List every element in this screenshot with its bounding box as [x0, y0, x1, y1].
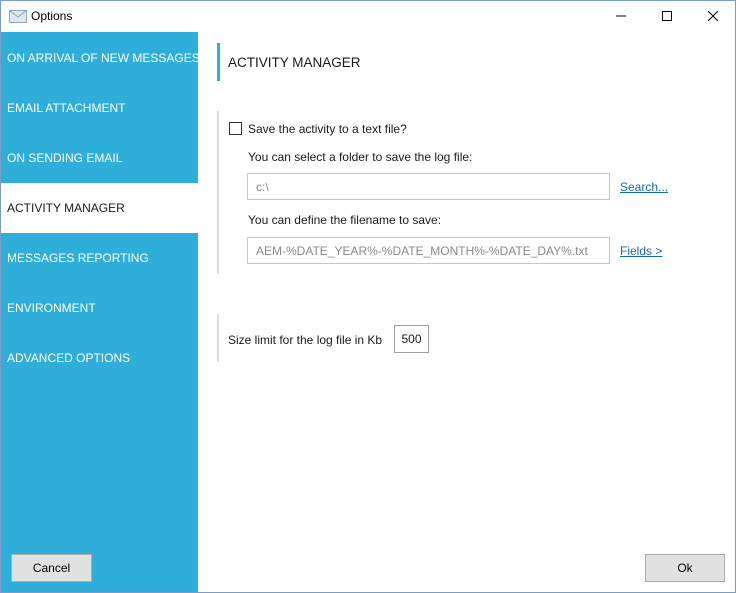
- sidebar-item-activity-manager[interactable]: ACTIVITY MANAGER: [1, 183, 198, 233]
- sidebar-item-email-attachment[interactable]: EMAIL ATTACHMENT: [1, 83, 198, 133]
- sidebar: ON ARRIVAL OF NEW MESSAGES EMAIL ATTACHM…: [1, 32, 200, 592]
- search-folder-link[interactable]: Search...: [620, 180, 668, 194]
- fields-link[interactable]: Fields >: [620, 244, 662, 258]
- save-activity-group-divider: [217, 111, 219, 274]
- sidebar-item-advanced-options[interactable]: ADVANCED OPTIONS: [1, 333, 198, 383]
- options-window: Options ON ARRIVAL OF NEW MESSAGES EMAIL…: [0, 0, 736, 593]
- maximize-icon: [662, 10, 672, 24]
- size-limit-input[interactable]: 500: [394, 325, 429, 353]
- sidebar-item-label: MESSAGES REPORTING: [7, 251, 149, 265]
- minimize-icon: [616, 10, 626, 24]
- cancel-button[interactable]: Cancel: [11, 554, 92, 582]
- page-title: ACTIVITY MANAGER: [217, 43, 361, 81]
- filename-input[interactable]: AEM-%DATE_YEAR%-%DATE_MONTH%-%DATE_DAY%.…: [247, 237, 610, 264]
- sidebar-item-environment[interactable]: ENVIRONMENT: [1, 283, 198, 333]
- save-activity-checkbox[interactable]: [229, 122, 242, 135]
- sidebar-item-label: ENVIRONMENT: [7, 301, 96, 315]
- close-button[interactable]: [690, 1, 736, 32]
- folder-prompt-label: You can select a folder to save the log …: [248, 150, 473, 164]
- sidebar-item-on-arrival[interactable]: ON ARRIVAL OF NEW MESSAGES: [1, 33, 200, 83]
- sidebar-item-label: EMAIL ATTACHMENT: [7, 101, 126, 115]
- sidebar-item-label: ADVANCED OPTIONS: [7, 351, 131, 365]
- close-icon: [707, 10, 719, 24]
- size-limit-label: Size limit for the log file in Kb: [228, 333, 383, 347]
- sidebar-item-label: ACTIVITY MANAGER: [7, 201, 125, 215]
- size-limit-group-divider: [217, 314, 219, 362]
- sidebar-item-label: ON SENDING EMAIL: [7, 151, 123, 165]
- maximize-button[interactable]: [644, 1, 690, 32]
- sidebar-item-messages-reporting[interactable]: MESSAGES REPORTING: [1, 233, 198, 283]
- folder-path-input[interactable]: c:\: [247, 173, 610, 200]
- sidebar-item-on-sending-email[interactable]: ON SENDING EMAIL: [1, 133, 198, 183]
- title-bar: Options: [1, 1, 735, 32]
- ok-button[interactable]: Ok: [645, 554, 725, 582]
- envelope-icon: [9, 10, 27, 23]
- sidebar-item-label: ON ARRIVAL OF NEW MESSAGES: [7, 51, 200, 65]
- save-activity-label: Save the activity to a text file?: [248, 122, 407, 136]
- filename-prompt-label: You can define the filename to save:: [248, 213, 442, 227]
- minimize-button[interactable]: [598, 1, 644, 32]
- window-title: Options: [31, 9, 73, 23]
